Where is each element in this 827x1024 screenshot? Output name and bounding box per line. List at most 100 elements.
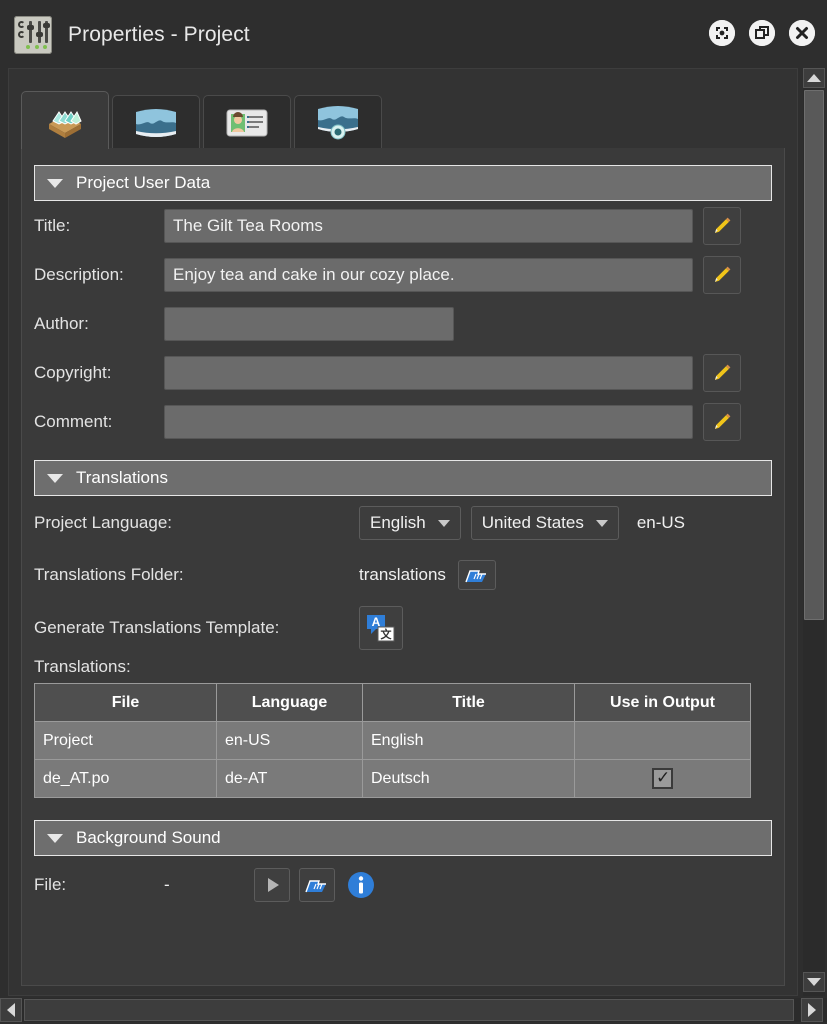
country-dropdown[interactable]: United States — [470, 506, 619, 540]
play-icon — [268, 878, 279, 892]
scroll-down-button[interactable] — [803, 972, 825, 992]
label-comment: Comment: — [34, 411, 113, 431]
tab-user-data[interactable] — [203, 95, 291, 149]
tab-panorama[interactable] — [112, 95, 200, 149]
edit-copyright-button[interactable] — [703, 353, 741, 392]
cell-language: de-AT — [216, 759, 363, 798]
section-header-background-sound[interactable]: Background Sound — [34, 820, 772, 856]
table-header-row: File Language Title Use in Output — [34, 683, 751, 722]
country-value: United States — [481, 513, 584, 532]
arrow-down-icon — [807, 978, 821, 986]
vertical-scrollbar-thumb[interactable] — [804, 90, 824, 620]
translations-form: Project Language: English United States … — [22, 496, 784, 798]
background-sound-form: File: - — [22, 856, 784, 914]
label-description: Description: — [34, 264, 124, 284]
arrow-up-icon — [807, 74, 821, 82]
edit-comment-button[interactable] — [703, 402, 741, 441]
section-title: Project User Data — [76, 173, 211, 192]
tab-project[interactable] — [21, 91, 109, 149]
locale-code: en-US — [636, 513, 686, 532]
horizontal-scrollbar[interactable] — [0, 998, 827, 1022]
panorama-icon — [136, 108, 176, 137]
row-background-sound-file: File: - — [34, 856, 772, 914]
tab-panorama-view[interactable] — [294, 95, 382, 149]
fullscreen-icon[interactable] — [709, 20, 735, 46]
arrow-right-icon — [808, 1003, 816, 1017]
section-title: Translations — [76, 468, 168, 487]
label-background-sound-file: File: — [34, 875, 67, 894]
field-row-comment: Comment: — [34, 397, 772, 446]
vertical-scrollbar[interactable] — [803, 68, 825, 996]
cell-title: English — [362, 721, 575, 760]
cell-use-in-output — [574, 759, 751, 798]
label-title: Title: — [34, 215, 71, 235]
col-title: Title — [362, 683, 575, 722]
author-spacer — [464, 305, 502, 343]
label-translations-table: Translations: — [34, 657, 131, 676]
id-card-icon — [226, 109, 268, 136]
arrow-left-icon — [7, 1003, 15, 1017]
title-bar: Properties - Project — [0, 0, 827, 70]
browse-translations-folder-button[interactable] — [457, 559, 496, 590]
play-background-sound-button[interactable] — [254, 868, 290, 902]
caret-down-icon — [47, 473, 63, 483]
table-row[interactable]: de_AT.po de-AT Deutsch — [34, 759, 751, 798]
label-author: Author: — [34, 313, 89, 333]
browse-background-sound-button[interactable] — [299, 868, 335, 902]
description-input[interactable]: Enjoy tea and cake in our cozy place. — [164, 257, 693, 292]
edit-title-button[interactable] — [703, 206, 741, 245]
close-icon[interactable] — [789, 20, 815, 46]
restore-window-icon[interactable] — [749, 20, 775, 46]
language-value: English — [370, 513, 426, 532]
field-row-author: Author: — [34, 299, 772, 348]
section-header-translations[interactable]: Translations — [34, 460, 772, 496]
window-controls — [709, 20, 815, 46]
chevron-down-icon — [595, 519, 608, 527]
scroll-left-button[interactable] — [0, 998, 22, 1022]
generate-translations-template-button[interactable]: A 文 — [359, 606, 403, 650]
translations-folder-value: translations — [359, 564, 446, 584]
cell-file: de_AT.po — [34, 759, 217, 798]
background-sound-info-button[interactable] — [346, 870, 376, 900]
field-row-copyright: Copyright: — [34, 348, 772, 397]
language-dropdown[interactable]: English — [359, 506, 461, 540]
title-input[interactable]: The Gilt Tea Rooms — [164, 208, 693, 243]
use-in-output-checkbox[interactable] — [652, 767, 673, 789]
scroll-right-button[interactable] — [801, 998, 823, 1022]
background-sound-file-value: - — [164, 875, 170, 894]
row-project-language: Project Language: English United States … — [34, 496, 772, 550]
copyright-input[interactable] — [164, 355, 693, 390]
svg-text:文: 文 — [381, 627, 393, 641]
author-input[interactable] — [164, 306, 454, 341]
section-title: Background Sound — [76, 828, 221, 847]
cell-file: Project — [34, 721, 217, 760]
window-title: Properties - Project — [68, 23, 250, 46]
pencil-icon — [715, 413, 731, 429]
label-translations-folder: Translations Folder: — [34, 564, 184, 584]
scroll-up-button[interactable] — [803, 68, 825, 88]
caret-down-icon — [47, 833, 63, 843]
blue-folder-icon — [465, 569, 486, 582]
project-stack-icon — [49, 110, 82, 138]
horizontal-scrollbar-thumb[interactable] — [24, 999, 794, 1021]
project-user-data-form: Title: The Gilt Tea Rooms Description: E… — [22, 201, 784, 446]
cell-language: en-US — [216, 721, 363, 760]
row-translations-folder: Translations Folder: translations — [34, 550, 772, 599]
edit-description-button[interactable] — [703, 255, 741, 294]
properties-content: Project User Data Title: The Gilt Tea Ro… — [21, 148, 785, 986]
col-language: Language — [216, 683, 363, 722]
pencil-icon — [715, 266, 731, 282]
cell-title: Deutsch — [362, 759, 575, 798]
label-generate-template: Generate Translations Template: — [34, 618, 280, 637]
caret-down-icon — [47, 178, 63, 188]
section-header-project-user-data[interactable]: Project User Data — [34, 165, 772, 201]
col-use-in-output: Use in Output — [574, 683, 751, 722]
translations-table: File Language Title Use in Output Projec… — [34, 683, 751, 798]
chevron-down-icon — [437, 519, 450, 527]
table-row[interactable]: Project en-US English — [34, 721, 751, 760]
comment-input[interactable] — [164, 404, 693, 439]
row-generate-template: Generate Translations Template: A 文 — [34, 599, 772, 657]
pencil-icon — [715, 364, 731, 380]
translate-icon: A 文 — [367, 615, 395, 642]
info-icon — [348, 872, 374, 898]
